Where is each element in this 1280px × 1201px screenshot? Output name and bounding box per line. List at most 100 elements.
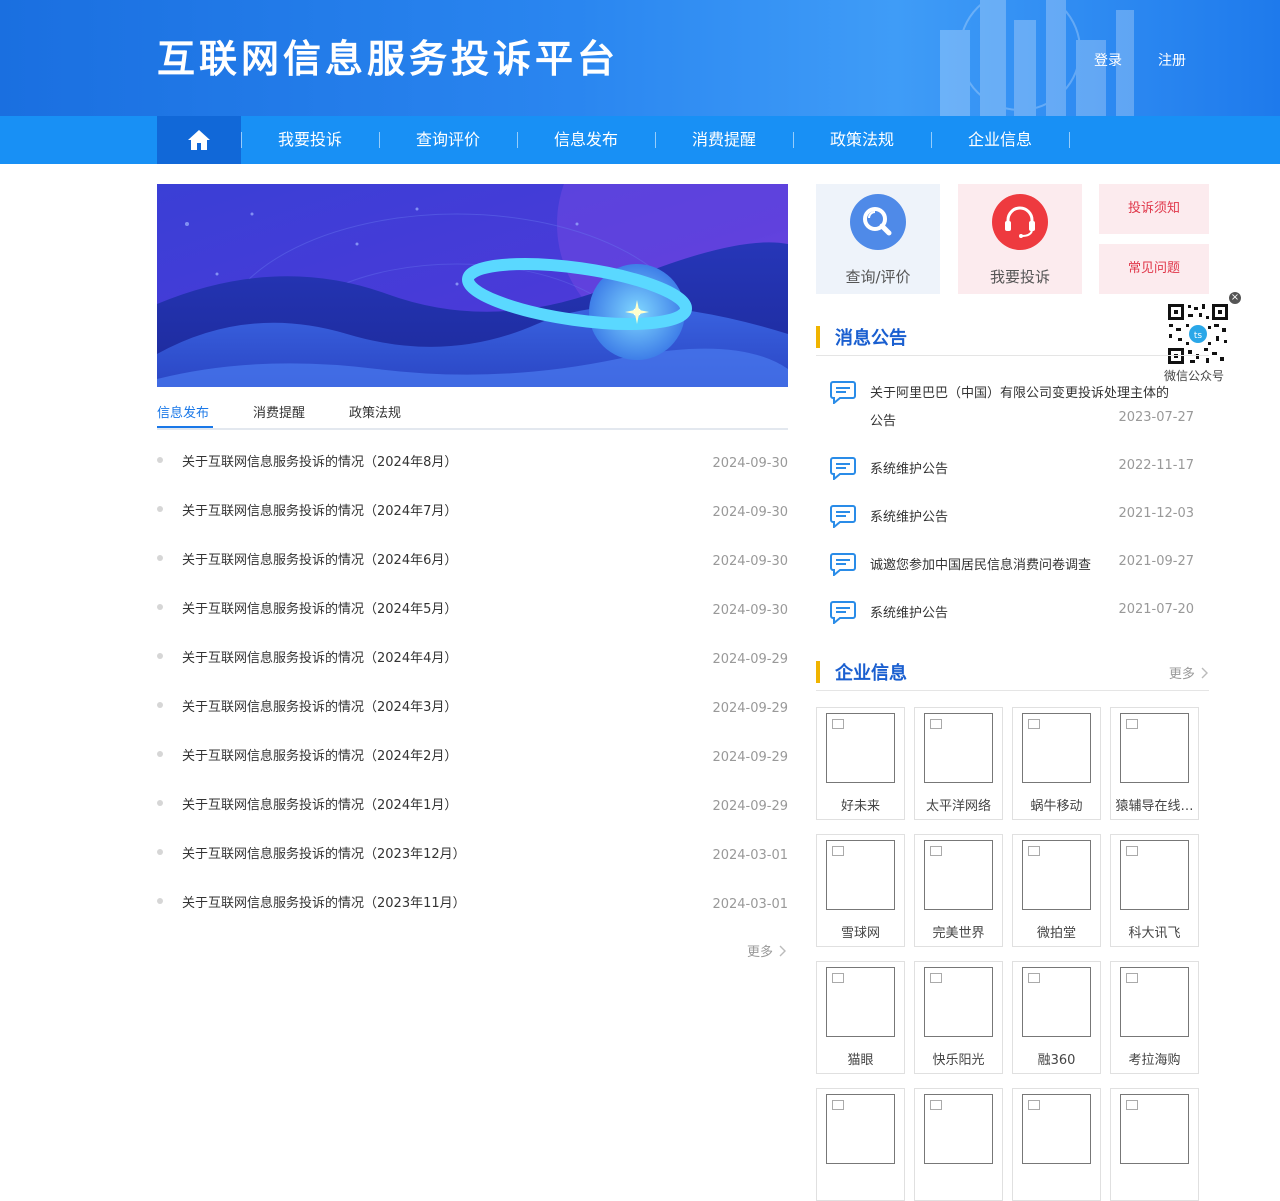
headset-icon	[992, 194, 1048, 250]
broken-image-icon	[1126, 719, 1138, 729]
news-title[interactable]: 关于互联网信息服务投诉的情况（2024年6月）	[182, 549, 457, 568]
announcement-title[interactable]: 系统维护公告	[870, 506, 948, 525]
broken-image-icon	[832, 846, 844, 856]
list-item[interactable]: 关于互联网信息服务投诉的情况（2024年8月） 2024-09-30	[157, 440, 788, 480]
nav-item-enterprise[interactable]: 企业信息	[931, 116, 1069, 164]
company-card[interactable]: 融360	[1012, 961, 1101, 1074]
list-item[interactable]: 关于互联网信息服务投诉的情况（2024年7月） 2024-09-30	[157, 489, 788, 529]
company-card[interactable]: 太平洋网络	[914, 707, 1003, 820]
company-name: 猿辅导在线…	[1115, 799, 1194, 814]
company-card[interactable]: 完美世界	[914, 834, 1003, 947]
nav-home[interactable]	[157, 116, 241, 164]
announcement-item[interactable]: 系统维护公告 2021-07-20	[830, 600, 1194, 626]
company-card[interactable]: 考拉海购	[1110, 961, 1199, 1074]
company-card[interactable]: 好未来	[816, 707, 905, 820]
query-evaluate-button[interactable]: 查询/评价	[816, 184, 940, 294]
nav-item-complain[interactable]: 我要投诉	[241, 116, 379, 164]
company-name: 快乐阳光	[932, 1053, 985, 1068]
company-logo	[1120, 1094, 1189, 1164]
news-title[interactable]: 关于互联网信息服务投诉的情况（2024年2月）	[182, 745, 457, 764]
news-title[interactable]: 关于互联网信息服务投诉的情况（2023年12月）	[182, 843, 466, 862]
announcement-item[interactable]: 系统维护公告 2022-11-17	[830, 456, 1194, 482]
nav-item-info[interactable]: 信息发布	[517, 116, 655, 164]
list-item[interactable]: 关于互联网信息服务投诉的情况（2024年5月） 2024-09-30	[157, 587, 788, 627]
news-title[interactable]: 关于互联网信息服务投诉的情况（2024年1月）	[182, 794, 457, 813]
announcement-title[interactable]: 系统维护公告	[870, 458, 948, 477]
company-card[interactable]: 科大讯飞	[1110, 834, 1199, 947]
company-name: 科大讯飞	[1128, 926, 1181, 941]
announcement-item[interactable]: 系统维护公告 2021-12-03	[830, 504, 1194, 530]
company-card[interactable]	[1012, 1088, 1101, 1201]
close-icon[interactable]: ×	[1229, 292, 1241, 304]
nav-item-query[interactable]: 查询评价	[379, 116, 517, 164]
company-card[interactable]: 雪球网	[816, 834, 905, 947]
list-item[interactable]: 关于互联网信息服务投诉的情况（2024年3月） 2024-09-29	[157, 685, 788, 725]
active-tab-indicator	[157, 426, 213, 428]
broken-image-icon	[930, 973, 942, 983]
company-card[interactable]: 猫眼	[816, 961, 905, 1074]
announcement-title[interactable]: 诚邀您参加中国居民信息消费问卷调查	[870, 554, 1091, 573]
announcement-item[interactable]: 诚邀您参加中国居民信息消费问卷调查 2021-09-27	[830, 552, 1194, 578]
companies-title: 企业信息	[835, 663, 907, 684]
company-name: 太平洋网络	[925, 799, 991, 814]
announcement-date: 2021-07-20	[1118, 602, 1194, 617]
company-name: 好未来	[840, 799, 880, 814]
tab-policy[interactable]: 政策法规	[349, 402, 401, 421]
company-name: 微拍堂	[1036, 926, 1076, 941]
company-card[interactable]: 猿辅导在线…	[1110, 707, 1199, 820]
news-title[interactable]: 关于互联网信息服务投诉的情况（2023年11月）	[182, 892, 466, 911]
search-icon	[850, 194, 906, 250]
company-card[interactable]	[914, 1088, 1003, 1201]
announcement-item[interactable]: 关于阿里巴巴（中国）有限公司变更投诉处理主体的 公告 2023-07-27	[830, 380, 1194, 430]
banner-illustration	[157, 184, 788, 387]
tab-consumer-reminder[interactable]: 消费提醒	[253, 402, 305, 421]
company-logo	[1022, 1094, 1091, 1164]
company-logo	[924, 1094, 993, 1164]
nav-item-reminder[interactable]: 消费提醒	[655, 116, 793, 164]
main-nav: 我要投诉 查询评价 信息发布 消费提醒 政策法规 企业信息	[0, 116, 1280, 164]
faq-button[interactable]: 常见问题	[1099, 244, 1209, 294]
company-logo	[1022, 840, 1091, 910]
news-title[interactable]: 关于互联网信息服务投诉的情况（2024年8月）	[182, 451, 457, 470]
news-title[interactable]: 关于互联网信息服务投诉的情况（2024年5月）	[182, 598, 457, 617]
news-date: 2024-09-29	[712, 652, 788, 667]
complaint-notice-button[interactable]: 投诉须知	[1099, 184, 1209, 234]
news-date: 2024-09-29	[712, 750, 788, 765]
list-item[interactable]: 关于互联网信息服务投诉的情况（2023年11月） 2024-03-01	[157, 881, 788, 921]
bullet-icon	[157, 555, 163, 561]
list-item[interactable]: 关于互联网信息服务投诉的情况（2024年6月） 2024-09-30	[157, 538, 788, 578]
company-card[interactable]: 微拍堂	[1012, 834, 1101, 947]
site-title: 互联网信息服务投诉平台	[157, 37, 620, 81]
bullet-icon	[157, 751, 163, 757]
news-title[interactable]: 关于互联网信息服务投诉的情况（2024年4月）	[182, 647, 457, 666]
message-icon	[830, 457, 856, 480]
bullet-icon	[157, 800, 163, 806]
tab-info-release[interactable]: 信息发布	[157, 402, 209, 421]
company-card[interactable]: 蜗牛移动	[1012, 707, 1101, 820]
announcement-title-cont[interactable]: 公告	[870, 410, 896, 429]
list-item[interactable]: 关于互联网信息服务投诉的情况（2024年1月） 2024-09-29	[157, 783, 788, 823]
company-name: 完美世界	[932, 926, 985, 941]
broken-image-icon	[930, 719, 942, 729]
company-card[interactable]	[1110, 1088, 1199, 1201]
hero-banner[interactable]	[157, 184, 788, 387]
news-date: 2024-09-30	[712, 456, 788, 471]
list-item[interactable]: 关于互联网信息服务投诉的情况（2024年2月） 2024-09-29	[157, 734, 788, 774]
news-title[interactable]: 关于互联网信息服务投诉的情况（2024年7月）	[182, 500, 457, 519]
companies-more-link[interactable]: 更多	[1169, 663, 1209, 682]
list-item[interactable]: 关于互联网信息服务投诉的情况（2024年4月） 2024-09-29	[157, 636, 788, 676]
complain-button[interactable]: 我要投诉	[958, 184, 1082, 294]
company-card[interactable]: 快乐阳光	[914, 961, 1003, 1074]
login-link[interactable]: 登录	[1094, 50, 1122, 70]
company-card[interactable]	[816, 1088, 905, 1201]
news-more-link[interactable]: 更多	[747, 941, 787, 960]
announcement-title[interactable]: 关于阿里巴巴（中国）有限公司变更投诉处理主体的	[870, 382, 1169, 401]
list-item[interactable]: 关于互联网信息服务投诉的情况（2023年12月） 2024-03-01	[157, 832, 788, 872]
register-link[interactable]: 注册	[1158, 50, 1186, 70]
nav-item-policy[interactable]: 政策法规	[793, 116, 931, 164]
news-title[interactable]: 关于互联网信息服务投诉的情况（2024年3月）	[182, 696, 457, 715]
announcement-date: 2023-07-27	[1118, 410, 1194, 425]
bullet-icon	[157, 898, 163, 904]
companies-header: 企业信息 更多	[816, 659, 1209, 691]
announcement-title[interactable]: 系统维护公告	[870, 602, 948, 621]
